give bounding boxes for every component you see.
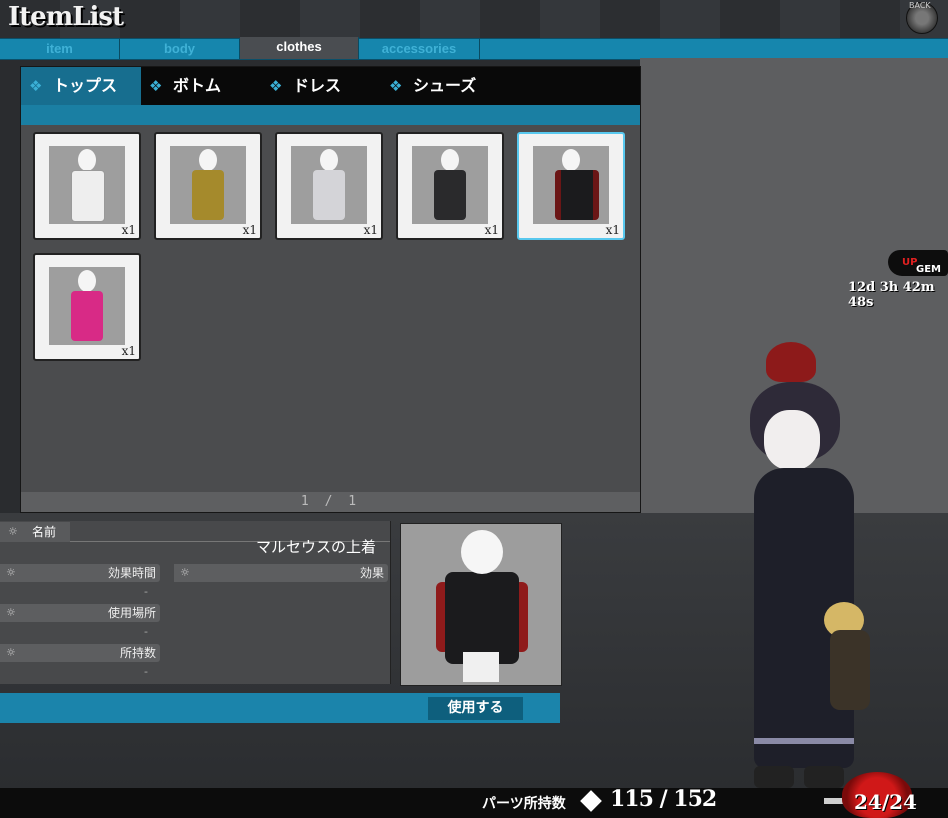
page-indicator: 1 / 1	[21, 492, 640, 512]
location-value: -	[144, 625, 148, 638]
owned-label-text: 所持数	[119, 646, 156, 660]
status-bar	[0, 788, 948, 818]
clover-icon: ❖	[149, 77, 163, 95]
item-thumbnail	[170, 146, 246, 224]
item-quantity: x1	[242, 223, 257, 237]
countdown-timer: 12d 3h 42m 48s	[848, 280, 935, 310]
item-card[interactable]: x1	[33, 132, 141, 240]
stamina-counter: 24/24	[854, 790, 917, 814]
duration-label-text: 効果時間	[107, 566, 156, 580]
tab-dress-label: ドレス	[293, 76, 342, 95]
item-quantity: x1	[484, 223, 499, 237]
item-thumbnail	[49, 267, 125, 345]
name-label: ☼ 名前	[0, 522, 70, 542]
key-icon: ☼	[180, 566, 190, 579]
page-title: ItemList	[8, 2, 124, 32]
back-label: BACK	[909, 1, 931, 10]
item-thumbnail	[291, 146, 367, 224]
owned-label: ☼ 所持数	[0, 644, 160, 662]
item-quantity: x1	[363, 223, 378, 237]
owned-value: -	[144, 665, 148, 678]
use-button[interactable]: 使用する	[428, 697, 523, 720]
clover-icon: ❖	[269, 77, 283, 95]
character-avatar	[740, 340, 890, 790]
tab-item[interactable]: item	[0, 39, 120, 59]
item-card[interactable]: x1	[396, 132, 504, 240]
duration-label: ☼ 効果時間	[0, 564, 160, 582]
item-grid-panel: ❖ トップス ❖ ボトム ❖ ドレス ❖ シューズ x1 x1 x1 x1 x1 x1 …	[20, 66, 641, 513]
grid-header-strip	[21, 105, 640, 125]
duration-value: -	[144, 585, 148, 598]
item-quantity: x1	[605, 223, 620, 237]
header-bar: ItemList BACK	[0, 0, 948, 38]
item-thumbnail	[533, 146, 609, 224]
parts-count: 115 / 152	[610, 786, 717, 812]
tab-clothes[interactable]: clothes	[240, 37, 359, 59]
item-quantity: x1	[121, 223, 136, 237]
category-tabs: item body clothes accessories	[0, 37, 948, 60]
tab-tops-label: トップス	[53, 76, 118, 95]
item-card-selected[interactable]: x1	[517, 132, 625, 240]
tab-shoes[interactable]: ❖ シューズ	[381, 67, 511, 105]
tab-accessories[interactable]: accessories	[359, 39, 480, 59]
tab-dress[interactable]: ❖ ドレス	[261, 67, 381, 105]
gem-up-badge[interactable]: GEM UP	[888, 250, 948, 276]
clover-icon: ❖	[29, 77, 43, 95]
sub-tabs: ❖ トップス ❖ ボトム ❖ ドレス ❖ シューズ	[21, 67, 640, 105]
key-icon: ☼	[6, 606, 16, 619]
clover-icon: ❖	[389, 77, 403, 95]
effect-label-text: 効果	[359, 566, 384, 580]
tab-shoes-label: シューズ	[413, 76, 477, 95]
effect-label: ☼ 効果	[174, 564, 388, 582]
location-label-text: 使用場所	[107, 606, 156, 620]
gem-badge-text: GEM	[916, 264, 941, 275]
key-icon: ☼	[6, 566, 16, 579]
item-card[interactable]: x1	[275, 132, 383, 240]
item-quantity: x1	[121, 344, 136, 358]
name-label-text: 名前	[32, 525, 57, 539]
tab-bottoms-label: ボトム	[173, 76, 222, 95]
key-icon: ☼	[6, 646, 16, 659]
item-name: マルセウスの上着	[255, 538, 376, 556]
back-button[interactable]: BACK	[906, 1, 938, 34]
item-card[interactable]: x1	[33, 253, 141, 361]
location-label: ☼ 使用場所	[0, 604, 160, 622]
tab-body[interactable]: body	[120, 39, 240, 59]
item-card[interactable]: x1	[154, 132, 262, 240]
item-thumbnail	[49, 146, 125, 224]
tab-tops[interactable]: ❖ トップス	[21, 67, 141, 105]
tab-bottoms[interactable]: ❖ ボトム	[141, 67, 261, 105]
parts-label: パーツ所持数	[482, 796, 566, 812]
item-preview	[400, 523, 562, 686]
item-thumbnail	[412, 146, 488, 224]
key-icon: ☼	[8, 525, 18, 538]
